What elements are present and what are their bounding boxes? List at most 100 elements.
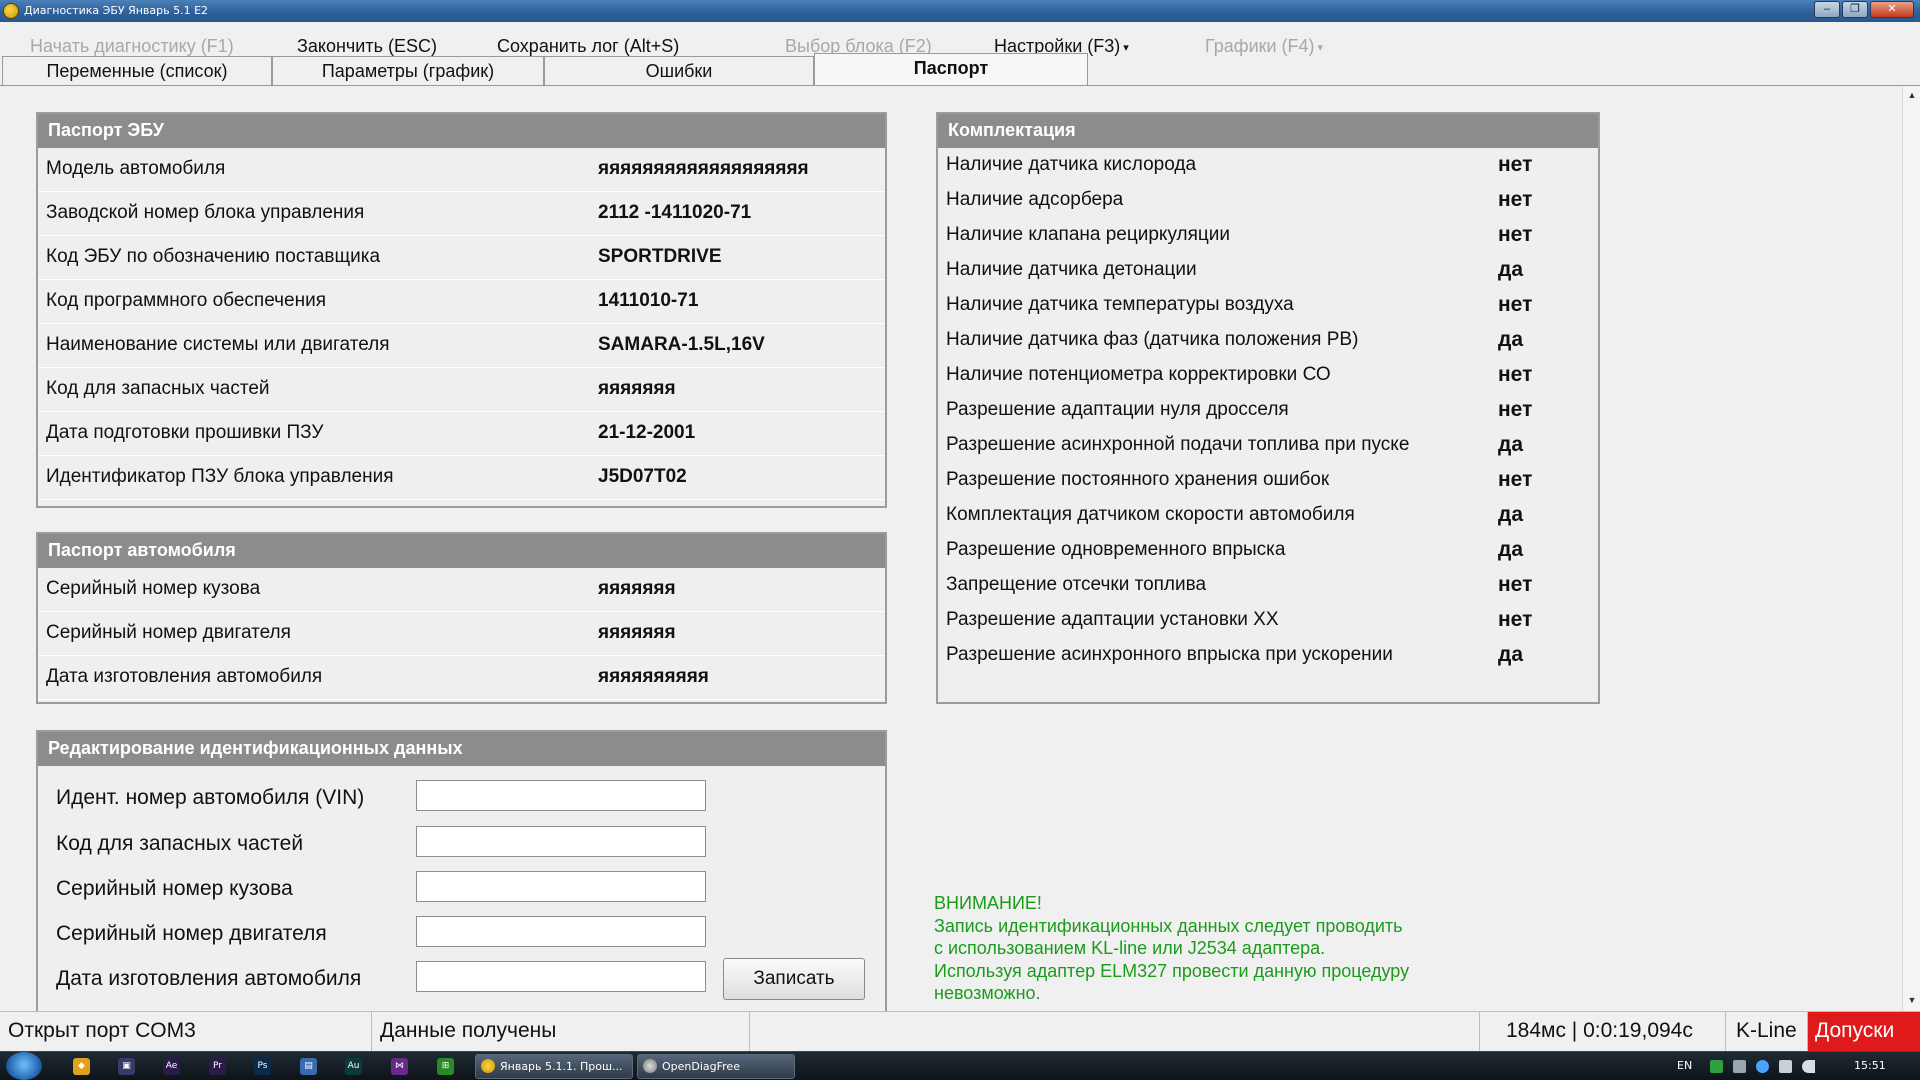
parts-code-field[interactable] xyxy=(416,826,706,857)
warning-line: Запись идентификационных данных следует … xyxy=(934,915,1403,936)
menu-bar: Начать диагностику (F1) Закончить (ESC) … xyxy=(0,22,1920,56)
list-item: Наличие адсорбера нет xyxy=(938,183,1598,218)
row-value: яяяяяяяяяя xyxy=(598,666,709,687)
taskbar-task[interactable]: Январь 5.1.1. Прош... xyxy=(475,1054,633,1079)
row-label: Дата подготовки прошивки ПЗУ xyxy=(46,422,324,443)
tab-parameters-chart[interactable]: Параметры (график) xyxy=(272,56,544,86)
item-label: Разрешение асинхронной подачи топлива пр… xyxy=(946,434,1410,455)
item-label: Разрешение одновременного впрыска xyxy=(946,539,1286,560)
form-row: Код для запасных частей xyxy=(38,824,885,864)
tab-bar: Переменные (список) Параметры (график) О… xyxy=(0,53,1920,86)
app-icon[interactable]: ⊞ xyxy=(437,1058,454,1075)
item-value: нет xyxy=(1498,188,1533,211)
list-item: Разрешение одновременного впрыска да xyxy=(938,533,1598,568)
network-icon[interactable] xyxy=(1756,1060,1769,1073)
volume-icon[interactable] xyxy=(1802,1060,1815,1073)
save-button[interactable]: Записать xyxy=(723,958,865,1000)
status-bar: Открыт порт COM3 Данные получены 184мс |… xyxy=(0,1011,1920,1052)
body-number-field[interactable] xyxy=(416,871,706,902)
item-value: нет xyxy=(1498,468,1533,491)
app-icon[interactable]: ▣ xyxy=(118,1058,135,1075)
menu-save-log[interactable]: Сохранить лог (Alt+S) xyxy=(497,36,679,57)
taskbar-task[interactable]: OpenDiagFree xyxy=(637,1054,795,1079)
visual-studio-icon[interactable]: ⋈ xyxy=(391,1058,408,1075)
app-icon[interactable]: ◆ xyxy=(73,1058,90,1075)
menu-start-diagnostics[interactable]: Начать диагностику (F1) xyxy=(30,36,234,57)
row-value: яяяяяяя xyxy=(598,378,676,399)
table-row: Серийный номер двигателя яяяяяяя xyxy=(38,612,885,656)
row-label: Код для запасных частей xyxy=(46,378,270,399)
status-data: Данные получены xyxy=(372,1012,750,1052)
photoshop-icon[interactable]: Ps xyxy=(254,1058,271,1075)
chevron-down-icon: ▾ xyxy=(1317,41,1324,54)
clock[interactable]: 15:51 xyxy=(1854,1059,1886,1072)
scroll-up-icon[interactable]: ▲ xyxy=(1906,90,1918,102)
status-protocol: K-Line xyxy=(1726,1012,1808,1052)
item-value: нет xyxy=(1498,153,1533,176)
menu-finish[interactable]: Закончить (ESC) xyxy=(297,36,437,57)
warning-line: Используя адаптер ELM327 провести данную… xyxy=(934,960,1410,981)
vin-field[interactable] xyxy=(416,780,706,811)
tab-variables-list[interactable]: Переменные (список) xyxy=(2,56,272,86)
tray-icon[interactable] xyxy=(1733,1060,1746,1073)
row-label: Модель автомобиля xyxy=(46,158,226,179)
row-label: Заводской номер блока управления xyxy=(46,202,365,223)
item-label: Наличие адсорбера xyxy=(946,189,1124,210)
list-item: Разрешение адаптации установки XX нет xyxy=(938,603,1598,638)
table-row: Дата изготовления автомобиля яяяяяяяяяя xyxy=(38,656,885,700)
form-row: Идент. номер автомобиля (VIN) xyxy=(38,778,885,818)
list-item: Разрешение асинхронной подачи топлива пр… xyxy=(938,428,1598,463)
menu-charts-label: Графики (F4) xyxy=(1205,36,1315,56)
table-row: Серийный номер кузова яяяяяяя xyxy=(38,568,885,612)
language-indicator[interactable]: EN xyxy=(1677,1059,1692,1072)
item-value: да xyxy=(1498,328,1524,351)
item-label: Наличие датчика детонации xyxy=(946,259,1197,280)
form-row: Серийный номер двигателя xyxy=(38,914,885,954)
vertical-scrollbar[interactable]: ▲ ▼ xyxy=(1902,86,1920,1011)
table-row: Модель автомобиля яяяяяяяяяяяяяяяяяяя xyxy=(38,148,885,192)
table-row: Идентификатор ПЗУ блока управления J5D07T… xyxy=(38,456,885,500)
close-button[interactable]: ✕ xyxy=(1870,1,1914,18)
engine-number-field[interactable] xyxy=(416,916,706,947)
maximize-button[interactable]: ❐ xyxy=(1842,1,1868,18)
ecu-passport-panel: Паспорт ЭБУ Модель автомобиля яяяяяяяяяяя… xyxy=(36,112,887,508)
menu-charts[interactable]: Графики (F4) ▾ xyxy=(1205,36,1323,57)
row-label: Серийный номер двигателя xyxy=(46,622,291,643)
panel-title: Редактирование идентификационных данных xyxy=(38,732,885,766)
item-label: Наличие датчика кислорода xyxy=(946,154,1197,175)
item-value: да xyxy=(1498,503,1524,526)
tab-passport[interactable]: Паспорт xyxy=(814,53,1088,86)
row-value: яяяяяяя xyxy=(598,578,676,599)
parts-code-label: Код для запасных частей xyxy=(56,832,304,855)
list-item: Наличие датчика температуры воздуха нет xyxy=(938,288,1598,323)
list-item: Комплектация датчиком скорости автомобил… xyxy=(938,498,1598,533)
tray-icon[interactable] xyxy=(1710,1060,1723,1073)
app-icon xyxy=(643,1059,657,1073)
manufacture-date-field[interactable] xyxy=(416,961,706,992)
tab-errors[interactable]: Ошибки xyxy=(544,56,814,86)
row-label: Идентификатор ПЗУ блока управления xyxy=(46,466,394,487)
row-value: яяяяяяя xyxy=(598,622,676,643)
save-icon[interactable]: ▤ xyxy=(300,1058,317,1075)
list-item: Запрещение отсечки топлива нет xyxy=(938,568,1598,603)
list-item: Наличие датчика фаз (датчика положения Р… xyxy=(938,323,1598,358)
row-value: J5D07T02 xyxy=(598,466,687,487)
start-button[interactable] xyxy=(6,1052,42,1080)
manufacture-date-label: Дата изготовления автомобиля xyxy=(56,967,362,990)
item-value: нет xyxy=(1498,363,1533,386)
audition-icon[interactable]: Au xyxy=(345,1058,362,1075)
item-label: Запрещение отсечки топлива xyxy=(946,574,1207,595)
item-label: Разрешение постоянного хранения ошибок xyxy=(946,469,1330,490)
form-row: Серийный номер кузова xyxy=(38,869,885,909)
minimize-button[interactable]: – xyxy=(1814,1,1840,18)
table-row: Код программного обеспечения 1411010-71 xyxy=(38,280,885,324)
after-effects-icon[interactable]: Ae xyxy=(163,1058,180,1075)
item-value: нет xyxy=(1498,223,1533,246)
status-port: Открыт порт COM3 xyxy=(0,1012,372,1052)
item-value: да xyxy=(1498,433,1524,456)
premiere-icon[interactable]: Pr xyxy=(209,1058,226,1075)
list-item: Наличие датчика детонации да xyxy=(938,253,1598,288)
display-icon[interactable] xyxy=(1779,1060,1792,1073)
row-value: SPORTDRIVE xyxy=(598,246,722,267)
scroll-down-icon[interactable]: ▼ xyxy=(1906,995,1918,1007)
